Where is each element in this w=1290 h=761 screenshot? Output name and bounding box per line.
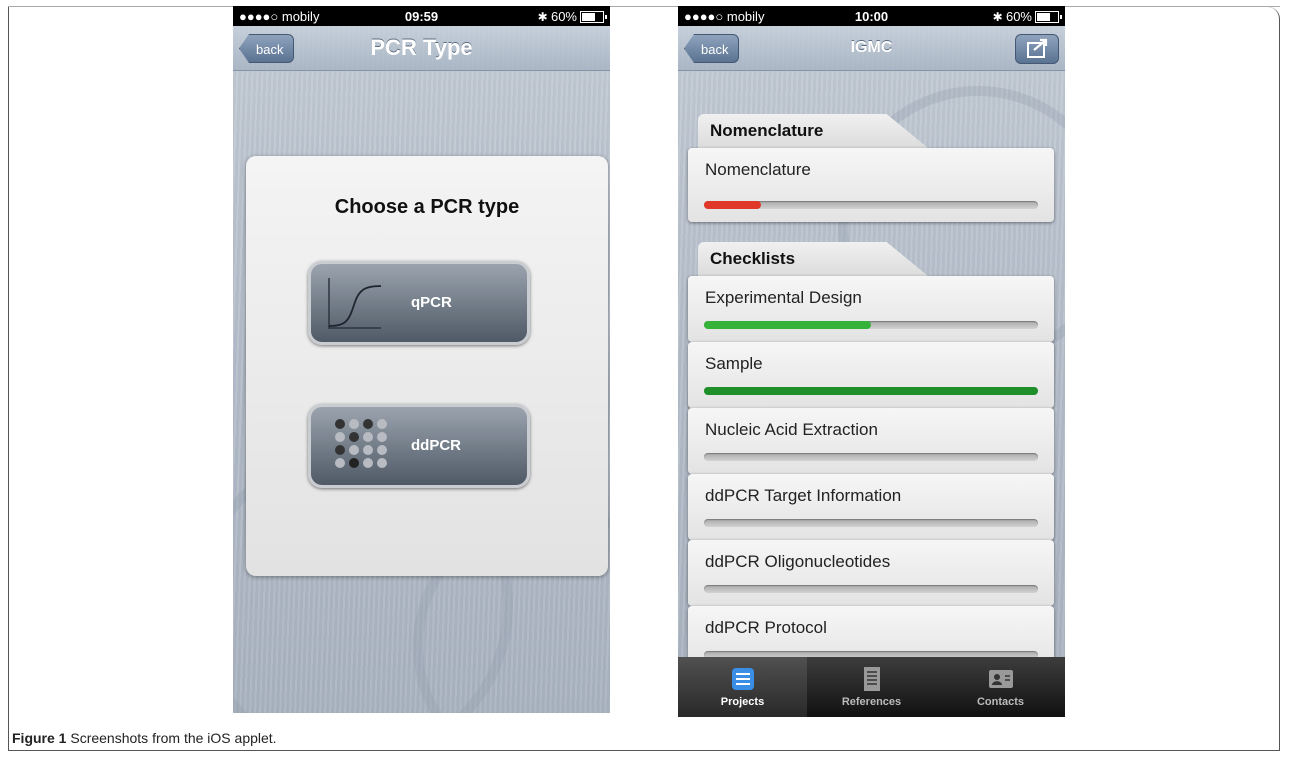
figure-label: Figure 1 — [12, 730, 67, 746]
qpcr-label: qPCR — [411, 294, 452, 311]
page-title: IGMC — [850, 39, 893, 56]
status-bar: ●●●●○ mobily 09:59 ✱ 60% — [233, 6, 610, 26]
figure-frame — [8, 7, 1280, 751]
item-label: ddPCR Oligonucleotides — [705, 552, 891, 571]
tab-references[interactable]: References — [807, 657, 936, 717]
item-label: Experimental Design — [705, 288, 862, 307]
status-bar: ●●●●○ mobily 10:00 ✱ 60% — [678, 6, 1065, 26]
item-label: Sample — [705, 354, 763, 373]
item-label: ddPCR Protocol — [705, 618, 827, 637]
navigation-bar: back IGMC — [678, 26, 1065, 71]
status-time: 10:00 — [854, 8, 889, 24]
navigation-bar: back PCR Type — [233, 26, 610, 71]
tab-label: References — [841, 696, 902, 708]
card-title: Choose a PCR type — [334, 196, 520, 218]
figure-caption: Figure 1 Screenshots from the iOS applet… — [12, 730, 277, 746]
tab-label: Projects — [720, 696, 765, 708]
list-item-sample[interactable]: Sample — [688, 342, 1054, 408]
tab-projects[interactable]: Projects — [678, 657, 807, 717]
battery-icon — [580, 11, 607, 24]
item-label: Nomenclature — [705, 160, 811, 179]
contacts-icon — [988, 670, 1013, 688]
pcr-type-card: Choose a PCR type qPCR ddPCR — [246, 156, 608, 576]
tab-label: Contacts — [976, 696, 1025, 708]
progress-bar — [704, 453, 1038, 461]
share-button[interactable] — [1015, 34, 1059, 64]
progress-bar — [704, 585, 1038, 593]
tab-bar: Projects References Contacts — [678, 657, 1065, 717]
caption-text: Screenshots from the iOS applet. — [70, 730, 277, 746]
progress-bar — [704, 387, 1038, 395]
list-item-nomenclature[interactable]: Nomenclature — [688, 148, 1054, 222]
progress-fill — [704, 321, 871, 329]
list-item-experimental-design[interactable]: Experimental Design — [688, 276, 1054, 342]
phone-screen-igmc: ●●●●○ mobily 10:00 ✱ 60% back IGMC Nomen… — [678, 6, 1065, 717]
projects-icon — [731, 668, 754, 690]
list-item-ddpcr-target-information[interactable]: ddPCR Target Information — [688, 474, 1054, 540]
list-item-nucleic-acid-extraction[interactable]: Nucleic Acid Extraction — [688, 408, 1054, 474]
progress-fill — [704, 201, 761, 209]
battery-icon — [1035, 11, 1062, 24]
progress-bar — [704, 321, 1038, 329]
amplification-curve-icon — [328, 278, 382, 329]
item-label: Nucleic Acid Extraction — [705, 420, 878, 439]
phone-screen-pcr-type: ●●●●○ mobily 09:59 ✱ 60% back PCR Type C… — [233, 6, 610, 713]
qpcr-button[interactable]: qPCR — [308, 261, 530, 345]
status-time: 09:59 — [404, 8, 439, 24]
tab-contacts[interactable]: Contacts — [936, 657, 1065, 717]
ddpcr-button[interactable]: ddPCR — [308, 404, 530, 488]
share-icon — [1027, 38, 1048, 58]
progress-bar — [704, 519, 1038, 527]
list-item-ddpcr-oligonucleotides[interactable]: ddPCR Oligonucleotides — [688, 540, 1054, 606]
progress-bar — [704, 201, 1038, 209]
item-label: ddPCR Target Information — [705, 486, 902, 505]
progress-fill — [704, 387, 1038, 395]
references-icon — [863, 667, 880, 691]
droplet-grid-icon — [335, 419, 388, 468]
page-title: PCR Type — [370, 35, 473, 60]
ddpcr-label: ddPCR — [411, 437, 461, 454]
